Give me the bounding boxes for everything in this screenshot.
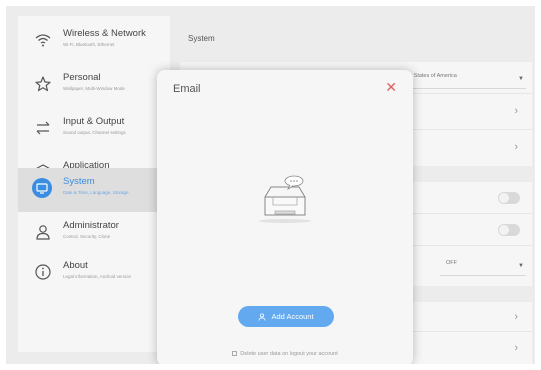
section-title: System	[188, 34, 215, 43]
sidebar-item-subtitle: Sound output, Channel settings	[63, 130, 126, 135]
star-icon	[34, 75, 52, 93]
add-account-label: Add Account	[271, 312, 314, 321]
close-icon[interactable]: ✕	[385, 80, 397, 94]
sidebar-item-title: About	[63, 260, 88, 271]
email-dialog: Email ✕ Add Account Delete user data on …	[157, 70, 413, 364]
delete-data-option[interactable]: Delete user data on logout your account	[157, 351, 413, 357]
delete-data-checkbox[interactable]	[232, 351, 238, 356]
add-account-button[interactable]: Add Account	[238, 306, 334, 327]
settings-screen: Wireless & Network Wi-Fi, Bluetooth, Eth…	[6, 6, 535, 364]
chevron-right-icon: ›	[514, 141, 518, 153]
caret-down-icon: ▼	[518, 76, 524, 82]
monitor-icon	[32, 178, 52, 198]
sidebar-item-title: Administrator	[63, 220, 119, 231]
chevron-right-icon: ›	[514, 105, 518, 117]
settings-sidebar: Wireless & Network Wi-Fi, Bluetooth, Eth…	[18, 16, 170, 352]
sidebar-item-wireless-network[interactable]: Wireless & Network Wi-Fi, Bluetooth, Eth…	[18, 20, 170, 64]
user-icon	[259, 312, 266, 321]
chevron-right-icon: ›	[514, 342, 518, 354]
sidebar-item-title: Input & Output	[63, 116, 125, 127]
sidebar-item-subtitle: Wi-Fi, Bluetooth, Ethernet	[63, 42, 115, 47]
off-select[interactable]: OFF ▼	[440, 260, 526, 276]
info-icon	[34, 263, 52, 281]
off-select-value: OFF	[446, 260, 457, 266]
swap-arrows-icon	[34, 119, 52, 137]
chevron-right-icon: ›	[514, 311, 518, 323]
sidebar-item-title: System	[63, 176, 95, 187]
sidebar-item-subtitle: Date & Time, Language, Storage	[63, 190, 129, 195]
country-select-value: ed States of America	[406, 73, 457, 79]
sidebar-item-subtitle: Legal information, Android version	[63, 274, 132, 279]
user-icon	[34, 223, 52, 241]
wifi-icon	[34, 31, 52, 49]
dialog-title: Email	[173, 83, 201, 95]
sidebar-item-subtitle: Wallpaper, Multi-Window Mode	[63, 86, 125, 91]
caret-down-icon: ▼	[518, 263, 524, 269]
country-select[interactable]: ed States of America ▼	[406, 73, 526, 89]
sidebar-item-input-output[interactable]: Input & Output Sound output, Channel set…	[18, 108, 170, 152]
sidebar-item-system[interactable]: System Date & Time, Language, Storage	[18, 168, 170, 212]
sidebar-item-title: Personal	[63, 72, 101, 83]
delete-data-label: Delete user data on logout your account	[240, 351, 338, 357]
sidebar-item-subtitle: Control, Security, Clone	[63, 234, 111, 239]
sidebar-item-personal[interactable]: Personal Wallpaper, Multi-Window Mode	[18, 64, 170, 108]
sidebar-item-administrator[interactable]: Administrator Control, Security, Clone	[18, 212, 170, 256]
sidebar-item-title: Wireless & Network	[63, 28, 146, 39]
empty-inbox-illustration	[253, 175, 317, 225]
toggle-switch[interactable]	[498, 224, 520, 236]
toggle-switch[interactable]	[498, 192, 520, 204]
sidebar-item-about[interactable]: About Legal information, Android version	[18, 252, 170, 296]
